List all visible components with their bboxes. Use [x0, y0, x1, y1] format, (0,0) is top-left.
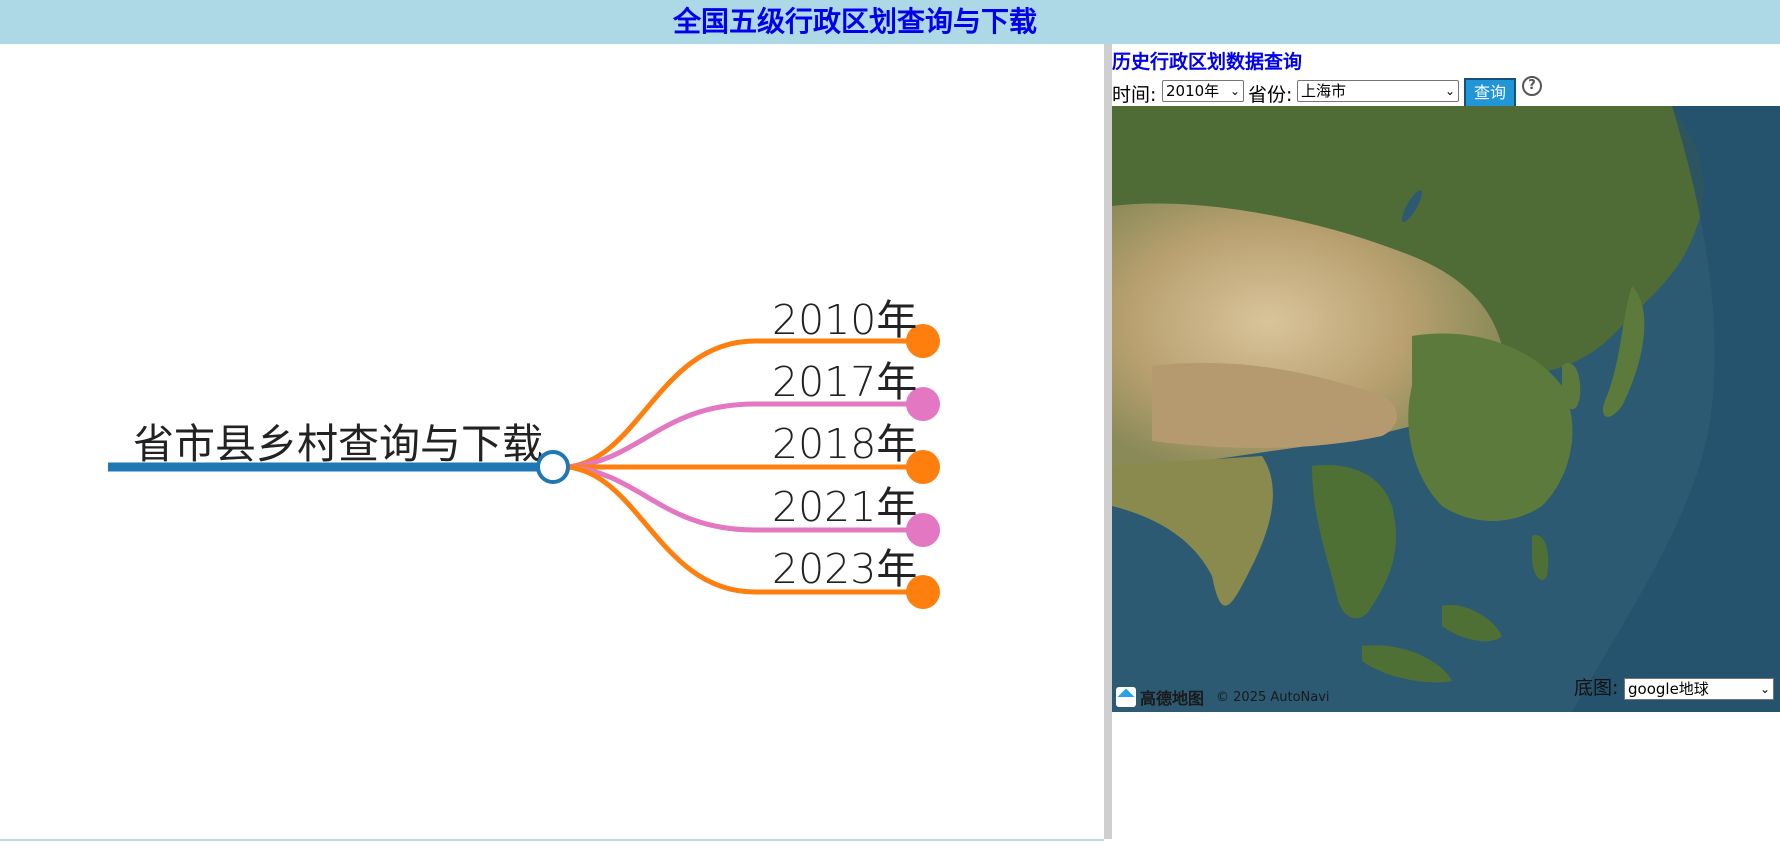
satellite-map[interactable]: 高德地图 © 2025 AutoNavi 底图: google地球 ⌄ — [1112, 106, 1780, 712]
mindmap-root-node[interactable] — [536, 450, 570, 484]
amap-logo-icon — [1116, 687, 1136, 707]
help-icon[interactable]: ? — [1522, 76, 1542, 96]
time-select-value: 2010年 — [1166, 82, 1220, 100]
mindmap-svg: 省市县乡村查询与下载 2010年 2017年 2018年 2021年 2023年 — [108, 296, 940, 609]
province-select[interactable]: 上海市 ⌄ — [1297, 80, 1459, 102]
map-provider-logo: 高德地图 © 2025 AutoNavi — [1116, 686, 1330, 708]
chevron-down-icon: ⌄ — [1229, 84, 1240, 98]
panel-splitter[interactable] — [1104, 44, 1112, 839]
mindmap-panel: 省市县乡村查询与下载 2010年 2017年 2018年 2021年 2023年 — [0, 44, 1104, 839]
query-panel: 历史行政区划数据查询 时间: 2010年 ⌄ 省份: 上海市 ⌄ 查询 ? 高德… — [1112, 44, 1780, 854]
province-select-value: 上海市 — [1301, 82, 1347, 100]
branch-label[interactable]: 2023年 — [772, 545, 917, 593]
branch-label[interactable]: 2017年 — [772, 358, 917, 406]
query-controls: 时间: 2010年 ⌄ 省份: 上海市 ⌄ 查询 ? — [1112, 76, 1780, 108]
page-header: 全国五级行政区划查询与下载 — [0, 0, 1780, 44]
chevron-down-icon: ⌄ — [1759, 682, 1770, 696]
basemap-select-value: google地球 — [1628, 680, 1709, 698]
time-select[interactable]: 2010年 ⌄ — [1162, 80, 1244, 102]
map-copyright: © 2025 AutoNavi — [1216, 689, 1330, 705]
branch-label[interactable]: 2010年 — [772, 296, 917, 344]
branch-label[interactable]: 2018年 — [772, 420, 917, 468]
branch-label[interactable]: 2021年 — [772, 483, 917, 531]
query-button[interactable]: 查询 — [1464, 78, 1516, 108]
map-imagery — [1112, 106, 1780, 712]
chevron-down-icon: ⌄ — [1444, 84, 1455, 98]
query-panel-title: 历史行政区划数据查询 — [1112, 51, 1303, 73]
page-title: 全国五级行政区划查询与下载 — [672, 5, 1037, 38]
time-label: 时间: — [1112, 84, 1157, 106]
basemap-select[interactable]: google地球 ⌄ — [1624, 678, 1774, 700]
map-logo-text: 高德地图 — [1140, 689, 1205, 708]
mindmap-branch[interactable]: 2021年 — [567, 464, 940, 547]
province-label: 省份: — [1248, 84, 1293, 106]
mindmap-root-label[interactable]: 省市县乡村查询与下载 — [133, 420, 543, 468]
basemap-label: 底图: — [1574, 677, 1619, 699]
divider — [0, 839, 1104, 841]
